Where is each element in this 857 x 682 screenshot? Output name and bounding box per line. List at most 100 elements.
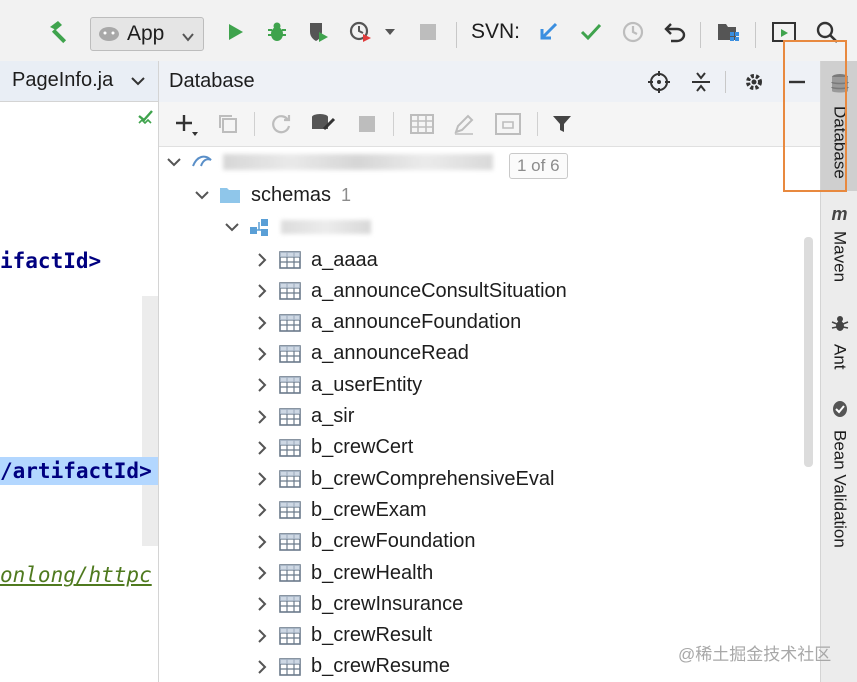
stop-icon[interactable] <box>354 111 380 137</box>
database-panel-header: Database <box>159 61 821 103</box>
tree-row-table[interactable]: b_crewInsurance <box>255 589 463 619</box>
tree-row-table[interactable]: b_crewFoundation <box>255 527 476 557</box>
minimize-icon[interactable] <box>784 69 810 95</box>
vertical-scrollbar[interactable] <box>804 237 813 467</box>
schema-icon <box>249 216 271 238</box>
filter-icon[interactable] <box>549 111 575 137</box>
tabs-chevron-down-icon[interactable] <box>130 74 146 93</box>
editor-scroll-area <box>142 296 158 546</box>
tree-row-table[interactable]: b_crewCert <box>255 433 413 463</box>
tree-row-table[interactable]: a_announceFoundation <box>255 308 521 338</box>
gear-icon[interactable] <box>741 69 767 95</box>
table-icon <box>279 468 301 490</box>
table-icon <box>279 374 301 396</box>
tool-tab-ant[interactable]: Ant <box>821 313 857 393</box>
tree-row-table[interactable]: b_crewResume <box>255 652 450 682</box>
code-line: ifactId> <box>0 249 102 273</box>
tree-row-table[interactable]: a_announceConsultSituation <box>255 276 567 306</box>
table-name: b_crewInsurance <box>311 592 464 615</box>
table-icon <box>279 280 301 302</box>
run-config-select[interactable]: App <box>90 17 204 51</box>
search-icon[interactable] <box>812 14 842 50</box>
debug-bug-icon[interactable] <box>262 14 292 50</box>
chevron-right-icon[interactable] <box>255 652 269 682</box>
editor-tab[interactable]: PageInfo.ja <box>0 61 158 102</box>
chevron-right-icon[interactable] <box>255 464 269 494</box>
chevron-right-icon[interactable] <box>255 589 269 619</box>
data-source-properties-icon[interactable] <box>309 111 337 137</box>
table-name: a_announceRead <box>311 342 469 365</box>
profiler-icon[interactable] <box>346 14 376 50</box>
tree-row-table[interactable]: b_crewExam <box>255 495 427 525</box>
sql-console-icon[interactable] <box>494 111 522 137</box>
chevron-right-icon[interactable] <box>255 276 269 306</box>
chevron-right-icon[interactable] <box>255 495 269 525</box>
editor-tab-title: PageInfo.ja <box>12 69 114 91</box>
tree-row-table[interactable]: b_crewResult <box>255 621 432 651</box>
tool-tab-label: Database <box>830 106 850 179</box>
svn-commit-icon[interactable] <box>576 14 606 50</box>
tree-row-schema[interactable] <box>225 212 371 242</box>
run-icon[interactable] <box>220 14 250 50</box>
project-structure-icon[interactable] <box>714 14 744 50</box>
table-icon <box>279 406 301 428</box>
datasource-counter-badge: 1 of 6 <box>509 153 568 179</box>
refresh-icon[interactable] <box>268 111 294 137</box>
table-name: b_crewCert <box>311 436 414 459</box>
tree-row-table[interactable]: a_userEntity <box>255 370 422 400</box>
chevron-right-icon[interactable] <box>255 621 269 651</box>
right-tool-window-strip: Database m Maven Ant Bean Validation <box>820 61 857 682</box>
table-editor-icon[interactable] <box>409 111 435 137</box>
table-icon <box>279 562 301 584</box>
collapse-all-icon[interactable] <box>688 69 714 95</box>
schema-name-redacted <box>281 220 371 234</box>
chevron-right-icon[interactable] <box>255 245 269 275</box>
chevron-down-icon[interactable] <box>195 180 209 210</box>
code-line-selected: /artifactId> <box>0 457 158 485</box>
datasource-name-redacted <box>223 154 493 170</box>
tree-row-table[interactable]: b_crewComprehensiveEval <box>255 464 554 494</box>
tree-row-table[interactable]: a_aaaa <box>255 245 378 275</box>
table-icon <box>279 437 301 459</box>
stop-icon[interactable] <box>414 14 442 50</box>
chevron-right-icon[interactable] <box>255 527 269 557</box>
tool-tab-maven[interactable]: m Maven <box>821 204 857 304</box>
crosshair-icon[interactable] <box>646 69 672 95</box>
rollback-icon[interactable] <box>660 14 690 50</box>
edit-pencil-icon[interactable] <box>451 111 477 137</box>
database-tree[interactable]: 1 of 6 schemas 1 a_aaaa a_announceConsult… <box>159 147 821 682</box>
panel-title: Database <box>169 70 255 92</box>
chevron-down-icon[interactable] <box>167 147 181 177</box>
chevron-right-icon[interactable] <box>255 370 269 400</box>
coverage-icon[interactable] <box>303 14 333 50</box>
add-icon[interactable] <box>173 111 201 139</box>
terminal-run-icon[interactable] <box>769 14 799 50</box>
table-name: a_sir <box>311 405 355 427</box>
code-editor[interactable]: PageInfo.ja ifactId> /artifactId> onlong… <box>0 61 158 682</box>
tool-tab-database[interactable]: Database <box>821 61 857 191</box>
profiler-dropdown-icon[interactable] <box>380 14 400 50</box>
tree-row-schemas[interactable]: schemas 1 <box>195 180 351 210</box>
duplicate-icon[interactable] <box>215 111 241 137</box>
database-panel: Database 1 of 6 schemas 1 a_aaaa a_annou… <box>158 61 821 682</box>
chevron-right-icon[interactable] <box>255 339 269 369</box>
tree-row-datasource[interactable] <box>167 147 493 177</box>
chevron-right-icon[interactable] <box>255 433 269 463</box>
bean-validation-icon <box>830 399 850 424</box>
history-clock-icon[interactable] <box>618 14 648 50</box>
tool-tab-bean-validation[interactable]: Bean Validation <box>821 399 857 569</box>
tree-row-table[interactable]: a_sir <box>255 402 354 432</box>
header-separator <box>725 71 726 93</box>
tree-row-table[interactable]: b_crewHealth <box>255 558 433 588</box>
chevron-right-icon[interactable] <box>255 558 269 588</box>
toolbar-separator <box>537 112 538 136</box>
build-hammer-icon[interactable] <box>44 14 74 50</box>
chevron-right-icon[interactable] <box>255 402 269 432</box>
chevron-right-icon[interactable] <box>255 308 269 338</box>
table-icon <box>279 625 301 647</box>
chevron-down-icon[interactable] <box>225 212 239 242</box>
svn-update-icon[interactable] <box>533 14 563 50</box>
inspection-ok-icon <box>137 109 155 132</box>
tree-row-table[interactable]: a_announceRead <box>255 339 469 369</box>
schemas-label: schemas <box>251 183 332 206</box>
